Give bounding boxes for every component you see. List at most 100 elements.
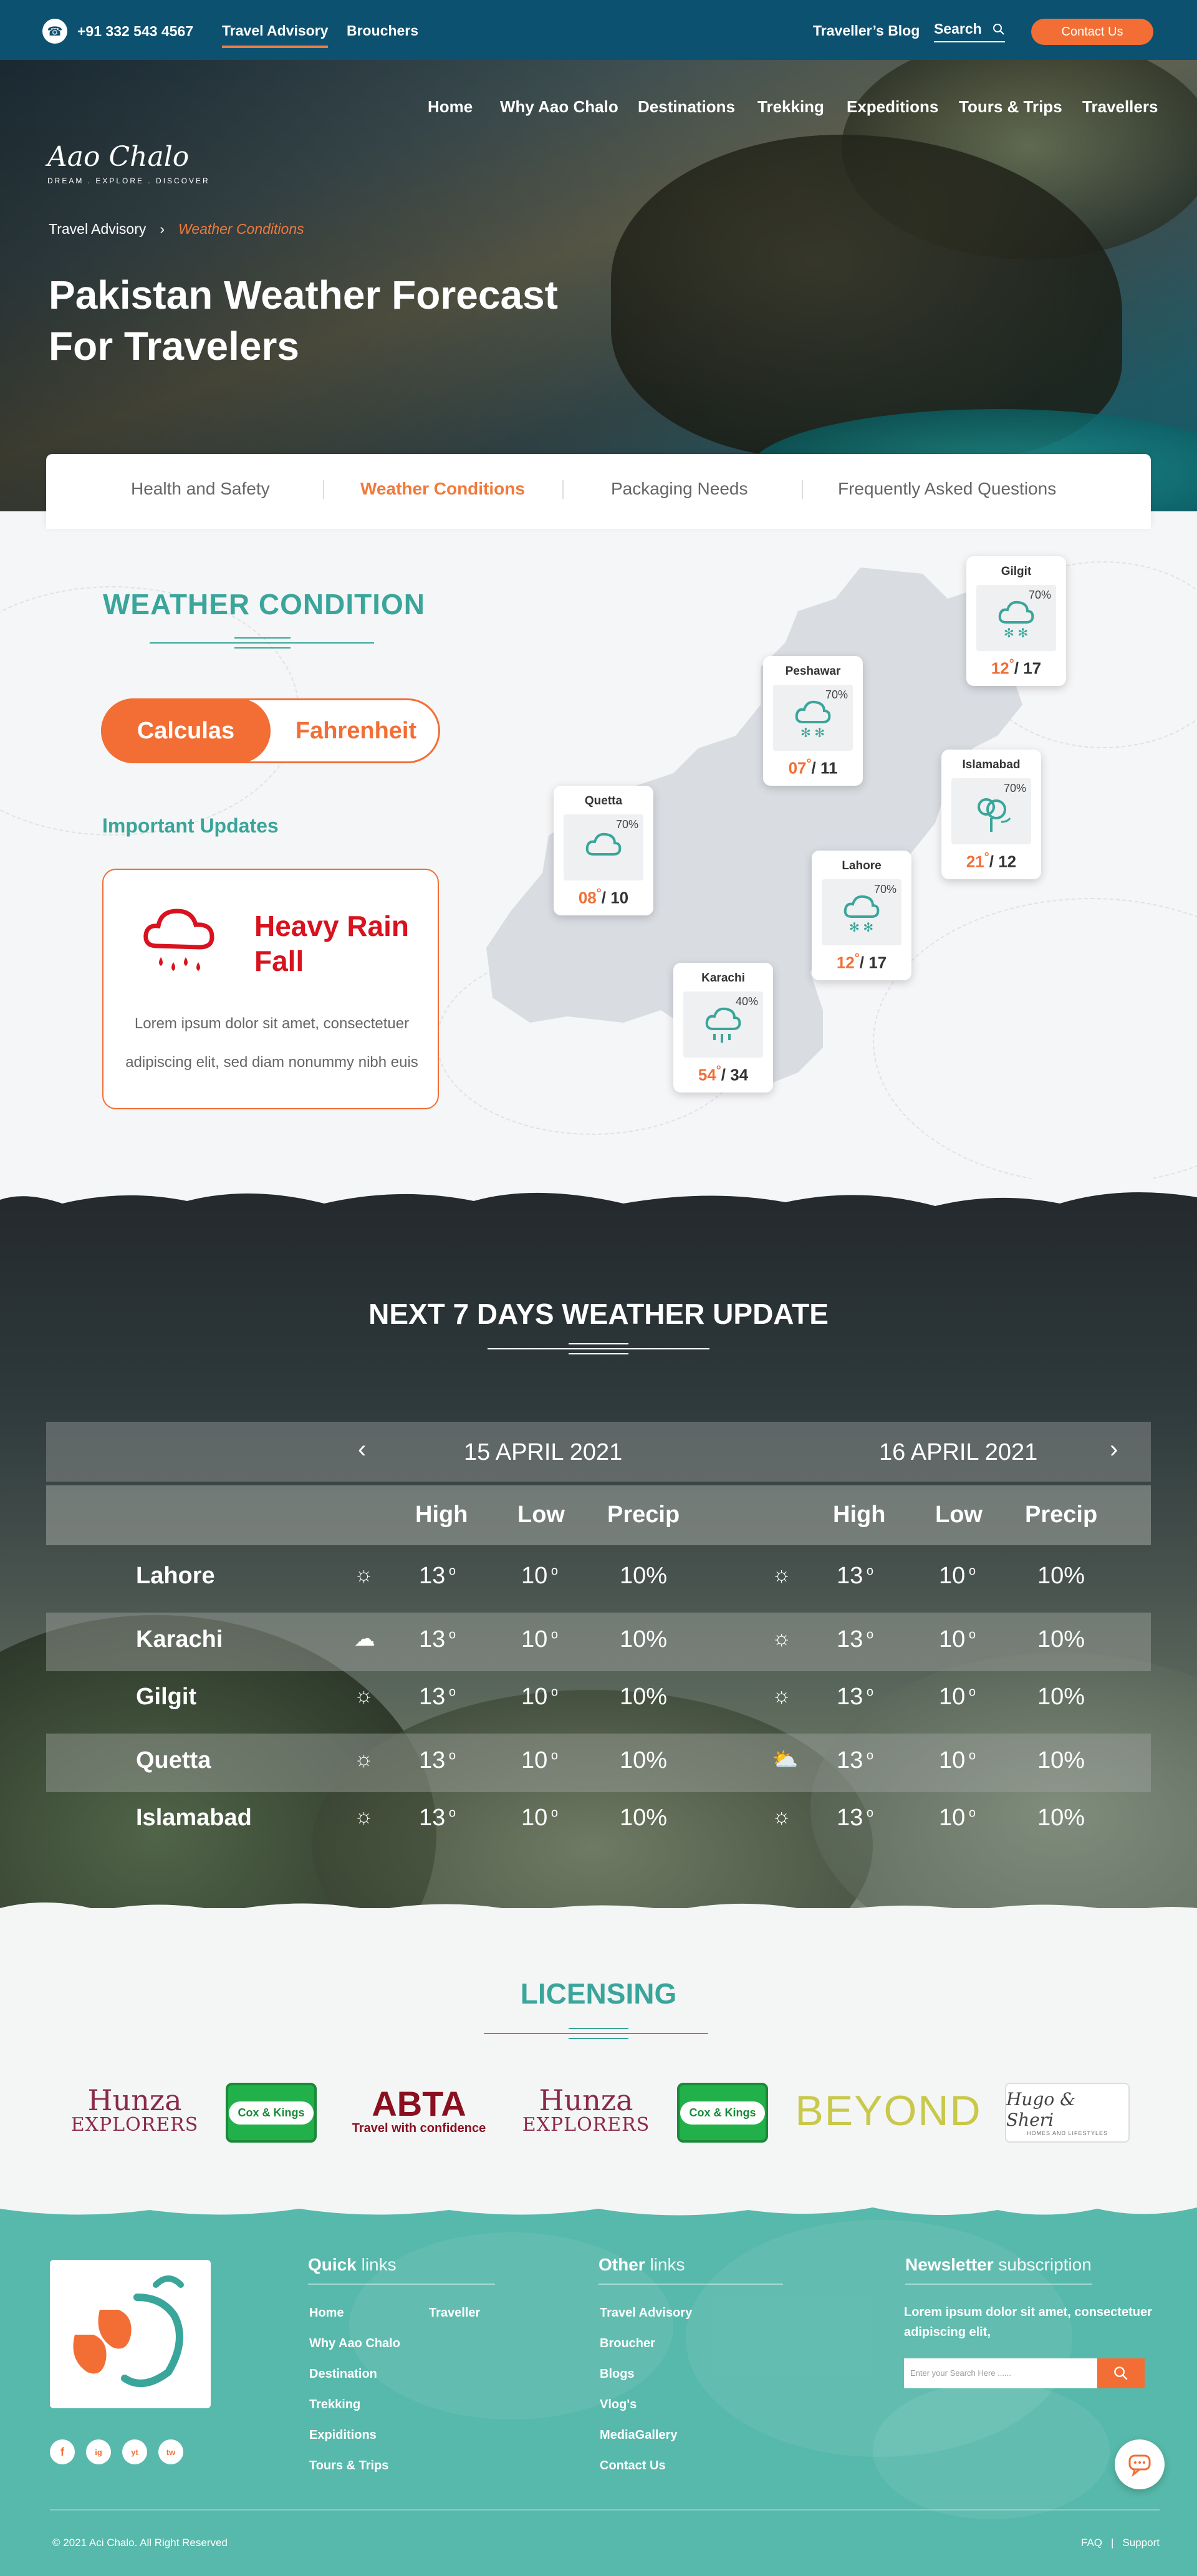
hunza-explorers-logo-2[interactable]: Hunza EXPLORERS (516, 2083, 656, 2139)
footer-link-why-aao-chalo[interactable]: Why Aao Chalo (309, 2337, 400, 2351)
temp-low: 10 o (939, 1805, 976, 1831)
chat-icon (1128, 2454, 1151, 2477)
temp-high: 13 o (837, 1805, 873, 1831)
sun-icon: ☼ (354, 1805, 374, 1828)
city-card-islamabad[interactable]: Islamabad 70% 21°/ 12 (941, 750, 1041, 879)
temp-low: 10 (610, 888, 629, 907)
city-card-gilgit[interactable]: Gilgit 70% ✻ ✻ 12°/ 17 (966, 556, 1066, 686)
footer-link-blogs[interactable]: Blogs (600, 2367, 635, 2381)
prev-arrow-icon[interactable]: ‹ (358, 1435, 366, 1464)
twitter-icon[interactable]: tw (158, 2439, 183, 2464)
sun-icon: ☼ (354, 1747, 374, 1771)
tab-health-and-safety[interactable]: Health and Safety (131, 479, 270, 499)
col-low-2: Low (935, 1502, 983, 1528)
faq-link[interactable]: FAQ (1081, 2537, 1102, 2549)
hunza-explorers-logo[interactable]: Hunza EXPLORERS (65, 2083, 204, 2139)
city-card-peshawar[interactable]: Peshawar 70% ✻ ✻ 07°/ 11 (763, 656, 863, 786)
facebook-icon[interactable]: f (50, 2439, 75, 2464)
next-arrow-icon[interactable]: › (1110, 1435, 1118, 1464)
footer-link-expiditions[interactable]: Expiditions (309, 2428, 377, 2443)
nav-why-aao-chalo[interactable]: Why Aao Chalo (500, 97, 618, 117)
footer-link-traveller[interactable]: Traveller (429, 2306, 480, 2320)
svg-text:✻ ✻: ✻ ✻ (849, 921, 873, 935)
temp-high: 12 (991, 658, 1009, 678)
forecast-date-header: ‹ 15 APRIL 2021 16 APRIL 2021 › (46, 1422, 1151, 1482)
breadcrumb: Travel Advisory › Weather Conditions (49, 221, 304, 238)
col-high-2: High (833, 1502, 886, 1528)
search-label: Search (934, 21, 982, 37)
hero-banner: Aao Chalo DREAM . EXPLORE . DISCOVER Hom… (0, 60, 1197, 511)
nav-trekking[interactable]: Trekking (757, 97, 824, 117)
footer-link-broucher[interactable]: Broucher (600, 2337, 655, 2351)
travel-advisory-link[interactable]: Travel Advisory (222, 22, 329, 48)
city-card-lahore[interactable]: Lahore 70% ✻ ✻ 12°/ 17 (812, 851, 911, 980)
footer-link-vlogs[interactable]: Vlog's (600, 2398, 637, 2412)
hugo-sheri-logo[interactable]: Hugo & Sheri HOMES AND LIFESTYLES (1005, 2083, 1130, 2143)
svg-text:✻ ✻: ✻ ✻ (800, 726, 825, 740)
support-link[interactable]: Support (1122, 2537, 1160, 2549)
precip-value: 10% (1037, 1805, 1085, 1831)
temp-high: 13 o (419, 1805, 456, 1831)
nav-travellers[interactable]: Travellers (1082, 97, 1158, 117)
footer-logo[interactable] (50, 2260, 211, 2408)
temp-low: 34 (730, 1065, 749, 1084)
temp-low: 10 o (939, 1563, 976, 1589)
unit-toggle[interactable]: Calculas Fahrenheit (101, 698, 440, 763)
temp-low: 10 o (521, 1747, 558, 1773)
temp-low: 10 o (521, 1684, 558, 1710)
sun-icon: ☼ (772, 1684, 792, 1707)
tab-weather-conditions[interactable]: Weather Conditions (360, 479, 525, 499)
cox-kings-logo-2[interactable]: Cox & Kings (677, 2083, 768, 2143)
beyond-logo[interactable]: BEYOND (793, 2083, 984, 2139)
cox-kings-logo[interactable]: Cox & Kings (226, 2083, 317, 2143)
tab-packaging-needs[interactable]: Packaging Needs (611, 479, 748, 499)
city-name: Gilgit (136, 1684, 197, 1710)
breadcrumb-parent[interactable]: Travel Advisory (49, 221, 146, 238)
city-name: Islamabad (136, 1805, 252, 1831)
temp-high: 08 (578, 888, 597, 907)
search-box[interactable]: Search (934, 21, 1005, 42)
footer-link-trekking[interactable]: Trekking (309, 2398, 360, 2412)
city-card-karachi[interactable]: Karachi 40% 54°/ 34 (673, 963, 773, 1093)
nav-expeditions[interactable]: Expeditions (847, 97, 938, 117)
chat-button[interactable] (1115, 2439, 1165, 2489)
footer-link-destination[interactable]: Destination (309, 2367, 377, 2381)
nav-destinations[interactable]: Destinations (638, 97, 735, 117)
city-card-quetta[interactable]: Quetta 70% 08°/ 10 (554, 786, 653, 915)
temp-high: 13 o (419, 1626, 456, 1652)
temp-high: 13 o (837, 1626, 873, 1652)
instagram-icon[interactable]: ig (86, 2439, 111, 2464)
logo-tagline: DREAM . EXPLORE . DISCOVER (47, 176, 210, 185)
newsletter-submit-button[interactable] (1097, 2358, 1145, 2388)
celsius-option[interactable]: Calculas (101, 698, 271, 763)
newsletter-title: Newsletter subscription (905, 2255, 1092, 2274)
forecast-row: Gilgit ☼ 13 o 10 o 10% ☼ 13 o 10 o 10% (46, 1670, 1151, 1729)
footer-link-travel-advisory[interactable]: Travel Advisory (600, 2306, 692, 2320)
sun-icon: ☼ (354, 1684, 374, 1707)
footer-link-tours-trips[interactable]: Tours & Trips (309, 2459, 388, 2473)
contact-us-button[interactable]: Contact Us (1031, 19, 1153, 45)
brouchers-link[interactable]: Brouchers (347, 22, 418, 39)
footer-link-media-gallery[interactable]: MediaGallery (600, 2428, 678, 2443)
tab-faq[interactable]: Frequently Asked Questions (838, 479, 1056, 499)
nav-home[interactable]: Home (428, 97, 473, 117)
newsletter-input[interactable]: Enter your Search Here ...... (904, 2358, 1097, 2388)
temp-low: 10 o (521, 1626, 558, 1652)
storm-cloud-icon: ☁ (354, 1627, 375, 1651)
temp-high: 13 o (419, 1747, 456, 1773)
phone-contact[interactable]: ☎ +91 332 543 4567 (42, 19, 193, 44)
precip-value: 10% (1037, 1626, 1085, 1652)
travellers-blog-link[interactable]: Traveller’s Blog (813, 22, 920, 39)
nav-tours-trips[interactable]: Tours & Trips (959, 97, 1062, 117)
footer-link-home[interactable]: Home (309, 2306, 344, 2320)
snow-cloud-icon: ✻ ✻ (844, 895, 880, 935)
precip-value: 10% (620, 1747, 668, 1773)
rain-cloud-icon (705, 1007, 741, 1043)
site-logo[interactable]: Aao Chalo DREAM . EXPLORE . DISCOVER (47, 141, 210, 185)
city-name: Islamabad (962, 758, 1021, 771)
fahrenheit-option[interactable]: Fahrenheit (272, 700, 440, 761)
abta-logo[interactable]: ABTA Travel with confidence (350, 2083, 488, 2139)
youtube-icon[interactable]: yt (122, 2439, 147, 2464)
temp-low: 17 (868, 953, 887, 972)
footer-link-contact-us[interactable]: Contact Us (600, 2459, 666, 2473)
